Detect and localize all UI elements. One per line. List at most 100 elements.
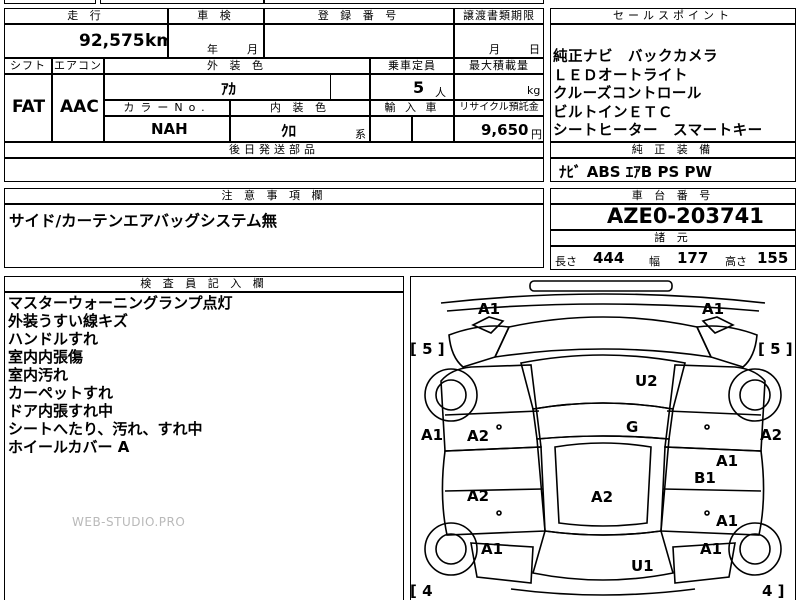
inspector-item: 外装うすい線キズ	[8, 312, 129, 330]
label-door-right-mid: B1	[694, 469, 716, 487]
inspector-item: ホイールカバー A	[8, 438, 130, 456]
width-label: 幅	[649, 255, 660, 268]
transfer-deadline-header: 譲渡書類期限	[454, 8, 544, 24]
height-value: 155	[757, 249, 789, 267]
inspector-list: マスターウォーニングランプ点灯 外装うすい線キズ ハンドルすれ 室内内張傷 室内…	[8, 294, 233, 456]
sales-points-list: 純正ナビ バックカメラ ＬＥＤオートライト クルーズコントロール ビルトインＥＴ…	[553, 48, 763, 141]
max-load-cell: kg	[454, 74, 544, 100]
label-rear-left: A1	[481, 540, 504, 558]
sales-points-header: セールスポイント	[550, 8, 796, 24]
mileage-header: 走 行	[4, 8, 168, 24]
label-tire-rear-right: 4 ]	[762, 582, 785, 600]
label-fender-left: A1	[421, 426, 444, 444]
sales-point-item: ＬＥＤオートライト	[553, 67, 688, 84]
top-strip-right	[264, 0, 544, 4]
label-windshield: U2	[635, 372, 658, 390]
label-door-front-left: A2	[467, 427, 490, 445]
aircon-header: エアコン	[52, 58, 104, 74]
length-label: 長さ	[555, 255, 577, 268]
exterior-color-value: ｱｶ	[221, 80, 237, 98]
mileage-cell: 92,575 km	[4, 24, 168, 58]
width-value: 177	[677, 249, 709, 267]
color-no-header: カラーNo.	[104, 100, 230, 116]
notes-text: サイド/カーテンエアバッグシステム無	[9, 212, 278, 230]
later-parts-header: 後日発送部品	[4, 142, 544, 158]
inspector-item: ドア内張すれ中	[8, 402, 114, 420]
label-floor: A2	[591, 488, 614, 506]
inspector-header: 検 査 員 記 入 欄	[4, 276, 404, 292]
import-cell-a	[370, 116, 412, 142]
aircon-value: AAC	[60, 97, 99, 117]
recycle-cell: 9,650 円	[454, 116, 544, 142]
inspector-item: マスターウォーニングランプ点灯	[8, 294, 233, 312]
inspector-item: ハンドルすれ	[8, 330, 99, 348]
capacity-unit: 人	[435, 86, 446, 99]
transfer-month: 月	[489, 43, 500, 56]
max-load-unit: kg	[527, 84, 541, 97]
inspection-header: 車 検	[168, 8, 264, 24]
exterior-color-extra	[330, 74, 370, 100]
recycle-value: 9,650	[481, 121, 529, 139]
top-strip-left	[4, 0, 96, 4]
shift-cell: FAT	[4, 74, 52, 142]
standard-equipment-cell: ﾅﾋﾞ ABS ｴｱB PS PW	[550, 158, 796, 182]
inspection-cell: 年 月	[168, 24, 264, 58]
sales-point-item: 純正ナビ バックカメラ	[553, 49, 718, 65]
notes-cell: サイド/カーテンエアバッグシステム無	[4, 204, 544, 268]
registration-header: 登 録 番 号	[264, 8, 454, 24]
label-rear-right: A1	[700, 540, 723, 558]
mileage-value: 92,575	[79, 31, 145, 51]
sales-point-item: クルーズコントロール	[553, 86, 702, 102]
inspector-item: 室内汚れ	[8, 366, 69, 384]
shift-value: FAT	[12, 97, 46, 117]
aircon-cell: AAC	[52, 74, 104, 142]
color-no-value: NAH	[151, 120, 188, 138]
label-tire-front-left: [ 5 ]	[410, 340, 445, 358]
watermark: WEB-STUDIO.PRO	[72, 515, 186, 529]
capacity-header: 乗車定員	[370, 58, 454, 74]
label-tire-front-right: [ 5 ]	[758, 340, 793, 358]
transfer-deadline-cell: 月 日	[454, 24, 544, 58]
inspector-item: カーペットすれ	[8, 384, 114, 402]
label-front-left: A1	[478, 300, 501, 318]
capacity-value: 5	[413, 78, 425, 97]
notes-header: 注 意 事 項 欄	[4, 188, 544, 204]
specs-cell: 長さ 444 幅 177 高さ 155	[550, 246, 796, 270]
standard-equipment-value: ﾅﾋﾞ ABS ｴｱB PS PW	[559, 163, 713, 181]
later-parts-cell	[4, 158, 544, 182]
chassis-cell: AZE0-203741	[550, 204, 796, 230]
capacity-cell: 5 人	[370, 74, 454, 100]
label-door-right-rear: A1	[716, 512, 739, 530]
color-no-cell: NAH	[104, 116, 230, 142]
sales-point-item: ビルトインＥＴＣ	[553, 104, 673, 121]
label-roof: G	[626, 418, 639, 436]
sales-point-item: シートヒーター スマートキー	[553, 123, 763, 139]
shift-header: シフト	[4, 58, 52, 74]
length-value: 444	[593, 249, 625, 267]
standard-equipment-header: 純 正 装 備	[550, 142, 796, 158]
chassis-value: AZE0-203741	[607, 204, 764, 228]
import-cell-b	[412, 116, 454, 142]
height-label: 高さ	[725, 255, 747, 268]
label-fender-right: A2	[760, 426, 783, 444]
import-header: 輸 入 車	[370, 100, 454, 116]
interior-color-value: ｸﾛ	[281, 122, 297, 140]
max-load-header: 最大積載量	[454, 58, 544, 74]
inspection-month: 月	[247, 43, 258, 56]
inspector-item: シートへたり、汚れ、すれ中	[8, 420, 203, 438]
label-door-rear-left: A2	[467, 487, 490, 505]
label-door-right-front: A1	[716, 452, 739, 470]
specs-header: 諸 元	[550, 230, 796, 246]
chassis-header: 車 台 番 号	[550, 188, 796, 204]
label-front-right: A1	[702, 300, 725, 318]
inspector-item: 室内内張傷	[8, 348, 84, 366]
interior-color-cell: ｸﾛ 系	[230, 116, 370, 142]
label-tire-rear-left: [ 4	[410, 582, 433, 600]
exterior-color-header: 外 装 色	[104, 58, 370, 74]
label-rear-glass: U1	[631, 557, 654, 575]
top-strip-mid	[100, 0, 264, 4]
interior-color-suffix: 系	[355, 128, 366, 141]
registration-cell	[264, 24, 454, 58]
recycle-unit: 円	[531, 128, 542, 141]
inspection-year: 年	[207, 43, 218, 56]
